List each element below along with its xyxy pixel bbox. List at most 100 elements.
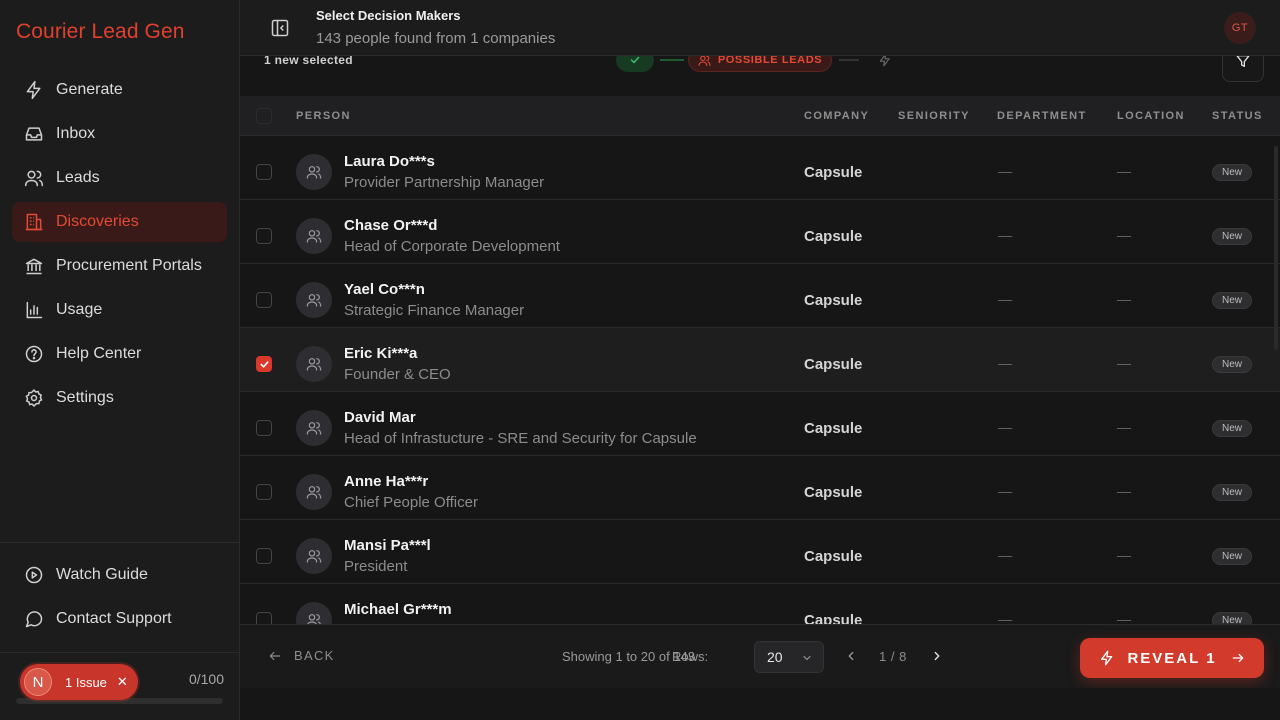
issue-badge[interactable]: N 1 Issue ✕ [20,664,138,700]
check-icon [259,360,269,368]
seniority-cell: — [998,547,1012,563]
sidebar-toggle-icon[interactable] [270,18,290,38]
row-checkbox[interactable] [256,484,272,500]
users-icon [307,614,321,624]
person-name: Eric Ki***a [344,345,418,362]
select-all-checkbox[interactable] [256,108,272,124]
column-header-person[interactable]: PERSON [296,110,351,122]
column-header-seniority[interactable]: SENIORITY [898,110,970,122]
step-possible-leads[interactable]: POSSIBLE LEADS [688,56,832,72]
row-checkbox[interactable] [256,164,272,180]
status-badge: New [1212,420,1253,437]
sidebar-item-inbox[interactable]: Inbox [12,114,227,154]
issue-label: 1 Issue [65,674,107,690]
status-badge: New [1212,292,1253,309]
person-avatar [296,602,332,624]
reveal-button[interactable]: REVEAL 1 [1080,638,1264,678]
person-avatar [296,410,332,446]
prev-page-button[interactable] [844,649,858,663]
page-indicator: 1 / 8 [879,649,907,664]
row-checkbox-checked[interactable] [256,356,272,372]
table-scrollbar[interactable] [1274,146,1278,350]
sidebar-item-leads[interactable]: Leads [12,158,227,198]
bar-chart-icon [24,300,44,320]
table-row[interactable]: Chase Or***d Head of Corporate Developme… [240,200,1280,264]
back-button[interactable]: BACK [268,648,335,663]
page-subtitle: 143 people found from 1 companies [316,30,556,47]
table-row[interactable]: Laura Do***s Provider Partnership Manage… [240,136,1280,200]
seniority-cell: — [998,419,1012,435]
sidebar-item-label: Generate [56,81,123,98]
table-row-selected[interactable]: Eric Ki***a Founder & CEO Capsule — — Ne… [240,328,1280,392]
row-checkbox[interactable] [256,612,272,624]
column-header-company[interactable]: COMPANY [804,110,869,122]
department-cell: — [1117,163,1131,179]
contact-support-label: Contact Support [56,610,172,627]
bolt-icon[interactable] [878,56,892,67]
usage-count: 0/100 [188,671,224,687]
person-name: David Mar [344,409,416,426]
sidebar-item-procurement-portals[interactable]: Procurement Portals [12,246,227,286]
department-cell: — [1117,611,1131,624]
row-checkbox[interactable] [256,292,272,308]
rows-per-page-select[interactable]: 20 [754,641,824,673]
filter-button[interactable] [1222,56,1264,82]
company-cell: Capsule [804,420,863,437]
person-avatar [296,282,332,318]
sidebar: Courier Lead Gen Generate Inbox Leads Di… [0,0,240,720]
person-avatar [296,154,332,190]
contact-support-link[interactable]: Contact Support [12,599,227,639]
inbox-icon [24,124,44,144]
row-checkbox[interactable] [256,548,272,564]
help-circle-icon [24,344,44,364]
table-row[interactable]: David Mar Head of Infrastucture - SRE an… [240,392,1280,456]
column-header-status[interactable]: STATUS [1212,110,1263,122]
status-badge: New [1212,612,1253,624]
sidebar-item-label: Settings [56,389,114,406]
sidebar-item-label: Usage [56,301,103,318]
sidebar-item-generate[interactable]: Generate [12,70,227,110]
sidebar-item-help-center[interactable]: Help Center [12,334,227,374]
user-avatar[interactable]: GT [1224,12,1256,44]
sidebar-item-label: Leads [56,169,100,186]
check-icon [630,56,640,64]
landmark-icon [24,256,44,276]
sidebar-item-label: Help Center [56,345,142,362]
watch-guide-link[interactable]: Watch Guide [12,555,227,595]
sidebar-item-discoveries[interactable]: Discoveries [12,202,227,242]
next-page-button[interactable] [930,649,944,663]
person-title: Provider Partnership Manager [344,174,545,191]
users-icon [306,358,322,371]
column-header-location[interactable]: LOCATION [1117,110,1185,122]
row-checkbox[interactable] [256,420,272,436]
person-name: Anne Ha***r [344,473,429,490]
rows-per-page-label: Rows: [672,649,709,664]
person-title: Head of Corporate Development [344,238,560,255]
selection-bar: 1 new selected POSSIBLE LEADS [240,56,1280,96]
watch-guide-label: Watch Guide [56,566,148,583]
sidebar-item-settings[interactable]: Settings [12,378,227,418]
rows-per-page-value: 20 [767,649,783,665]
table-row[interactable]: Anne Ha***r Chief People Officer Capsule… [240,456,1280,520]
sidebar-item-label: Procurement Portals [56,257,202,274]
row-checkbox[interactable] [256,228,272,244]
person-avatar [296,218,332,254]
column-header-department[interactable]: DEPARTMENT [997,110,1087,122]
department-cell: — [1117,419,1131,435]
message-circle-icon [24,609,44,629]
department-cell: — [1117,291,1131,307]
app-brand[interactable]: Courier Lead Gen [16,20,185,44]
sidebar-divider [0,652,239,653]
person-avatar [296,474,332,510]
table-row[interactable]: Yael Co***n Strategic Finance Manager Ca… [240,264,1280,328]
table-row[interactable]: Michael Gr***m Capsule — — New [240,584,1280,624]
department-cell: — [1117,355,1131,371]
person-name: Laura Do***s [344,153,435,170]
chevron-right-icon [934,651,940,661]
person-title: Strategic Finance Manager [344,302,525,319]
close-icon[interactable]: ✕ [117,674,128,690]
sidebar-item-usage[interactable]: Usage [12,290,227,330]
company-cell: Capsule [804,548,863,565]
step-complete[interactable] [616,56,654,72]
table-row[interactable]: Mansi Pa***l President Capsule — — New [240,520,1280,584]
